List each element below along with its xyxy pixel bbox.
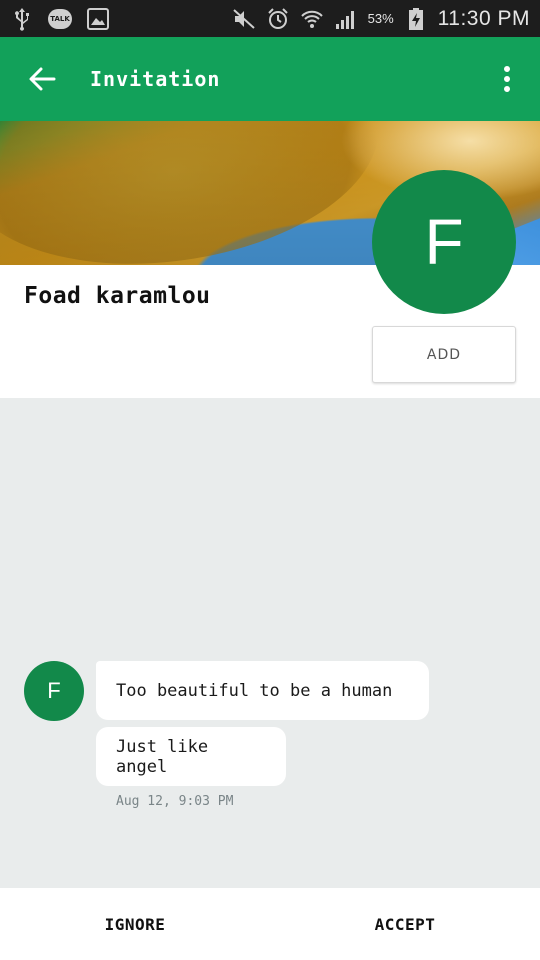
message-text: Just like angel <box>116 736 209 777</box>
message-bubble: Too beautiful to be a human <box>96 661 429 720</box>
more-vert-icon <box>504 66 510 72</box>
more-options-button[interactable] <box>492 64 522 94</box>
usb-icon <box>10 7 34 31</box>
ignore-button[interactable]: IGNORE <box>0 888 270 960</box>
profile-name: Foad karamlou <box>24 283 211 309</box>
battery-percent: 53% <box>367 11 394 26</box>
message-bubble: Just like angel <box>96 727 286 786</box>
profile-avatar[interactable]: F <box>372 170 516 314</box>
status-bar: TALK 53% 11:30 PM <box>0 0 540 37</box>
talk-label: TALK <box>48 8 72 29</box>
message-text: Too beautiful to be a human <box>116 680 393 701</box>
wifi-icon <box>300 7 324 31</box>
status-right: 53% 11:30 PM <box>232 7 530 31</box>
app-bar: Invitation <box>0 37 540 121</box>
message-timestamp: Aug 12, 9:03 PM <box>116 794 234 809</box>
arrow-back-icon <box>29 67 56 91</box>
back-button[interactable] <box>0 37 84 121</box>
accept-button[interactable]: ACCEPT <box>270 888 540 960</box>
gallery-icon <box>86 7 110 31</box>
page-title: Invitation <box>90 67 221 91</box>
signal-icon <box>334 7 358 31</box>
chat-area: F Too beautiful to be a human Just like … <box>0 398 540 888</box>
clock: 11:30 PM <box>437 6 530 30</box>
add-button[interactable]: ADD <box>372 326 516 383</box>
mute-icon <box>232 7 256 31</box>
chat-avatar[interactable]: F <box>24 661 84 721</box>
action-bar: IGNORE ACCEPT <box>0 888 540 960</box>
alarm-icon <box>266 7 290 31</box>
battery-icon <box>404 7 428 31</box>
status-left: TALK <box>10 7 110 31</box>
talk-icon: TALK <box>48 7 72 31</box>
